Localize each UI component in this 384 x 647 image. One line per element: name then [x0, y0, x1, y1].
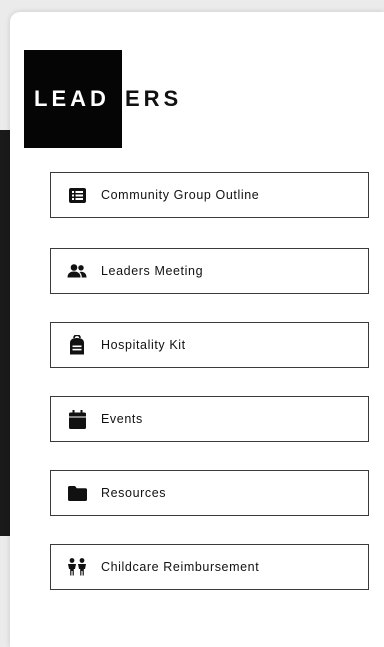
- menu-item-label: Events: [101, 412, 143, 426]
- calendar-icon: [67, 409, 87, 429]
- menu-item-events[interactable]: Events: [50, 396, 369, 442]
- menu-item-leaders-meeting[interactable]: Leaders Meeting: [50, 248, 369, 294]
- logo-text-part2: ERS: [125, 86, 183, 111]
- logo-black-box: LEAD: [24, 50, 122, 148]
- leaders-logo[interactable]: LEAD ERS: [24, 50, 182, 148]
- menu-item-hospitality-kit[interactable]: Hospitality Kit: [50, 322, 369, 368]
- menu-item-community-group-outline[interactable]: Community Group Outline: [50, 172, 369, 218]
- menu-item-label: Childcare Reimbursement: [101, 560, 260, 574]
- menu-item-label: Resources: [101, 486, 167, 500]
- menu-item-label: Hospitality Kit: [101, 338, 186, 352]
- users-icon: [67, 261, 87, 281]
- children-icon: [67, 557, 87, 577]
- folder-icon: [67, 483, 87, 503]
- menu-item-label: Leaders Meeting: [101, 264, 204, 278]
- menu-item-childcare-reimbursement[interactable]: Childcare Reimbursement: [50, 544, 369, 590]
- menu-item-label: Community Group Outline: [101, 188, 260, 202]
- logo-text-part1: LEAD: [34, 86, 110, 111]
- backpack-icon: [67, 335, 87, 355]
- list-icon: [67, 185, 87, 205]
- menu-item-resources[interactable]: Resources: [50, 470, 369, 516]
